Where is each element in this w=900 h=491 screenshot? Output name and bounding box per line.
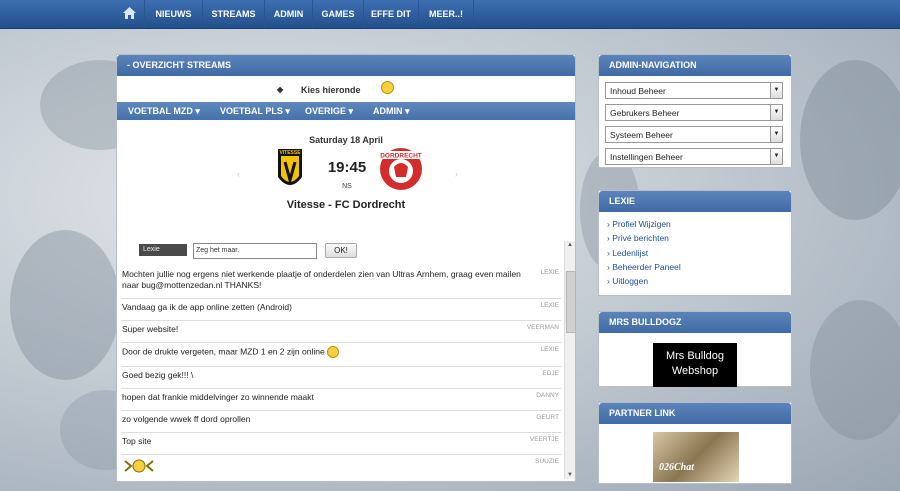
subnav-admin[interactable]: ADMIN ▾ [373,102,410,120]
vitesse-logo-text: VITESSE [279,150,301,156]
smiley-icon [381,81,394,94]
shout-message: Door de drukte vergeten, maar MZD 1 en 2… [122,346,527,358]
shout-row: Super website! VEERMAN [121,322,561,343]
chevron-down-icon[interactable]: ▼ [770,105,782,120]
user-link-prive[interactable]: › Privé berichten [607,233,669,243]
admin-select-inhoud[interactable]: Inhoud Beheer ▼ [605,82,783,99]
match-time: 19:45 [327,159,367,176]
shout-row: Top site VEERTJE [121,434,561,455]
scroll-down-icon[interactable]: ▼ [567,472,573,478]
shoutbox-input[interactable] [193,243,317,259]
nav-item-effe-dit[interactable]: EFFE DIT [364,0,419,28]
partner-link-title: PARTNER LINK [599,403,791,424]
shout-row: Mochten jullie nog ergens niet werkende … [121,267,561,299]
shout-author[interactable]: SUUZIE [535,458,559,465]
shout-author[interactable]: LEXIE [541,302,559,309]
shout-row: Door de drukte vergeten, maar MZD 1 en 2… [121,344,561,367]
shout-message: zo volgende wwek ff dord oprollen [122,414,251,424]
scroll-up-icon[interactable]: ▲ [567,242,573,248]
shoutbox-ok-button[interactable]: OK! [325,243,357,258]
bulldogz-panel-title: MRS BULLDOGZ [599,312,791,333]
chevron-down-icon[interactable]: ▼ [770,127,782,142]
match-status: NS [342,183,352,190]
shout-row: Vandaag ga ik de app online zetten (Andr… [121,300,561,321]
shout-author[interactable]: LEXIE [541,269,559,276]
scrollbar-thumb[interactable] [566,271,576,333]
home-button[interactable] [114,0,145,28]
nav-item-admin[interactable]: ADMIN [265,0,313,28]
nav-item-streams[interactable]: STREAMS [203,0,265,28]
smiley-icon [327,346,340,358]
streams-panel-title: - OVERZICHT STREAMS [117,55,575,76]
shout-message: Top site [122,436,152,446]
shout-author[interactable]: GEURT [536,414,559,421]
shoutbox-username: Lexie [139,244,187,256]
shout-message: Vandaag ga ik de app online zetten (Andr… [122,302,292,312]
home-icon [122,7,136,19]
streams-subnav: VOETBAL MZD ▾ VOETBAL PLS ▾ OVERIGE ▾ AD… [117,102,575,120]
kies-row: ◆ Kies hieronde [277,81,477,99]
shout-row: zo volgende wwek ff dord oprollen GEURT [121,412,561,433]
user-link-uitloggen[interactable]: › Uitloggen [607,276,648,286]
shout-message: hopen dat frankie middelvinger zo winnen… [122,392,314,402]
shout-row: SUUZIE [121,456,561,478]
kies-label: Kies hieronde [301,85,361,95]
nav-item-nieuws[interactable]: NIEUWS [145,0,203,28]
shout-author[interactable]: DANNY [536,392,559,399]
chevron-down-icon[interactable]: ▼ [770,149,782,164]
match-date: Saturday 18 April [309,135,383,145]
top-navigation: NIEUWS STREAMS ADMIN GAMES EFFE DIT MEER… [0,0,900,29]
admin-select-systeem[interactable]: Systeem Beheer ▼ [605,126,783,143]
admin-select-instellingen[interactable]: Instellingen Beheer ▼ [605,148,783,165]
match-card[interactable]: Saturday 18 April ‹ › VITESSE 19:45 NS D… [117,125,575,215]
bulldogz-panel: MRS BULLDOGZ Mrs Bulldog Webshop [598,311,792,387]
shout-author[interactable]: VEERMAN [527,324,559,331]
shout-row: hopen dat frankie middelvinger zo winnen… [121,390,561,411]
admin-navigation-title: ADMIN-NAVIGATION [599,55,791,76]
user-panel: LEXIE › Profiel Wijzigen › Privé bericht… [598,190,792,296]
nav-item-games[interactable]: GAMES [313,0,364,28]
shout-author[interactable]: EDJE [542,370,559,377]
vitesse-logo: VITESSE [278,149,302,186]
subnav-voetbal-pls[interactable]: VOETBAL PLS ▾ [220,102,290,120]
admin-navigation-panel: ADMIN-NAVIGATION Inhoud Beheer ▼ Gebruker… [598,54,792,168]
chevron-down-icon[interactable]: ▼ [770,83,782,98]
dordrecht-logo: DORDRECHT [380,148,422,190]
shout-row: Goed bezig gek!!! \ EDJE [121,368,561,389]
next-arrow-icon[interactable]: › [455,169,458,179]
streams-panel: - OVERZICHT STREAMS ◆ Kies hieronde VOET… [116,54,576,482]
shout-author[interactable]: VEERTJE [530,436,559,443]
subnav-voetbal-mzd[interactable]: VOETBAL MZD ▾ [128,102,200,120]
diamond-icon: ◆ [277,85,284,94]
user-panel-title: LEXIE [599,191,791,212]
shout-message: Super website! [122,324,179,334]
shoutbox-form: Lexie OK! [139,243,439,259]
prev-arrow-icon[interactable]: ‹ [237,169,240,179]
emoticon-icon [124,459,154,473]
user-link-beheerder[interactable]: › Beheerder Paneel [607,262,681,272]
shoutbox-scrollbar[interactable]: ▲ ▼ [564,241,576,479]
shout-author[interactable]: LEXIE [541,346,559,353]
admin-select-gebrukers[interactable]: Gebrukers Beheer ▼ [605,104,783,121]
shout-message [122,458,527,477]
shout-message: Goed bezig gek!!! \ [122,370,194,380]
shout-message: Mochten jullie nog ergens niet werkende … [122,269,521,290]
dordrecht-logo-text: DORDRECHT [380,153,422,160]
bulldog-webshop-banner[interactable]: Mrs Bulldog Webshop [653,343,737,387]
partner-link-panel: PARTNER LINK 026Chat [598,402,792,484]
nav-item-meer[interactable]: MEER..! [419,0,474,28]
subnav-overige[interactable]: OVERIGE ▾ [305,102,353,120]
match-teams: Vitesse - FC Dordrecht [286,199,406,211]
shoutbox-list: Mochten jullie nog ergens niet werkende … [117,267,563,479]
user-link-ledenlijst[interactable]: › Ledenlijst [607,248,648,258]
partner-banner[interactable]: 026Chat [653,432,739,482]
user-link-profiel[interactable]: › Profiel Wijzigen [607,219,671,229]
